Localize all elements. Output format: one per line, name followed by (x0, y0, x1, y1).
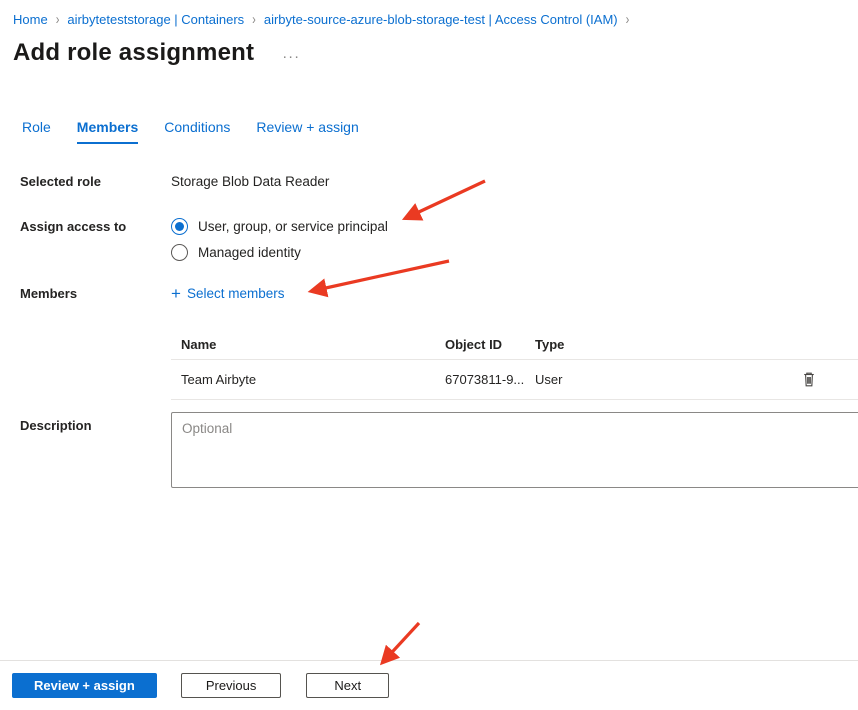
breadcrumb-link-storage-containers[interactable]: airbyteteststorage | Containers (67, 12, 244, 27)
chevron-right-icon: › (56, 12, 60, 28)
radio-user-group-service-principal[interactable]: User, group, or service principal (171, 213, 858, 239)
breadcrumb-link-access-control[interactable]: airbyte-source-azure-blob-storage-test |… (264, 12, 618, 27)
radio-selected-icon (171, 218, 188, 235)
table-header-row: Name Object ID Type (171, 330, 858, 360)
more-options-button[interactable]: ··· (282, 44, 300, 62)
chevron-right-icon: › (252, 12, 256, 28)
description-textarea[interactable] (171, 412, 858, 488)
column-header-object-id: Object ID (445, 337, 535, 352)
tab-role[interactable]: Role (22, 119, 51, 144)
footer-bar: Review + assign Previous Next (0, 660, 858, 710)
description-label: Description (0, 412, 171, 435)
annotation-arrow-next-button (383, 623, 419, 662)
role-assignment-form: Selected role Storage Blob Data Reader A… (0, 173, 858, 488)
column-header-name: Name (171, 337, 445, 352)
description-row: Description (0, 412, 858, 488)
review-assign-button[interactable]: Review + assign (12, 673, 157, 698)
member-object-id-cell: 67073811-9... (445, 372, 535, 387)
members-row: Members + Select members Name Object ID … (0, 285, 858, 400)
radio-unselected-icon (171, 244, 188, 261)
member-type-cell: User (535, 372, 794, 387)
radio-option-label: Managed identity (198, 245, 301, 260)
assign-access-row: Assign access to User, group, or service… (0, 213, 858, 265)
delete-member-button[interactable] (799, 369, 819, 390)
select-members-link[interactable]: + Select members (171, 285, 284, 303)
tab-bar: Role Members Conditions Review + assign (22, 119, 858, 144)
tab-conditions[interactable]: Conditions (164, 119, 230, 144)
chevron-right-icon: › (626, 12, 630, 28)
next-button[interactable]: Next (306, 673, 389, 698)
title-row: Add role assignment ··· (13, 39, 858, 67)
breadcrumb-link-home[interactable]: Home (13, 12, 48, 27)
table-row: Team Airbyte 67073811-9... User (171, 360, 858, 400)
radio-option-label: User, group, or service principal (198, 219, 388, 234)
selected-role-row: Selected role Storage Blob Data Reader (0, 173, 858, 191)
select-members-label: Select members (187, 285, 285, 303)
previous-button[interactable]: Previous (181, 673, 282, 698)
radio-managed-identity[interactable]: Managed identity (171, 239, 858, 265)
page-title: Add role assignment (13, 39, 254, 67)
selected-role-label: Selected role (0, 173, 171, 191)
add-role-assignment-page: Home › airbyteteststorage | Containers ›… (0, 0, 858, 710)
column-header-type: Type (535, 337, 794, 352)
assign-access-label: Assign access to (0, 213, 171, 236)
member-name-cell: Team Airbyte (171, 372, 445, 387)
trash-icon (801, 371, 817, 388)
tab-members[interactable]: Members (77, 119, 138, 144)
tab-review-assign[interactable]: Review + assign (256, 119, 358, 144)
members-label: Members (0, 285, 171, 303)
plus-icon: + (171, 287, 181, 301)
selected-role-value: Storage Blob Data Reader (171, 173, 858, 191)
members-table: Name Object ID Type Team Airbyte 6707381… (171, 330, 858, 400)
breadcrumb: Home › airbyteteststorage | Containers ›… (0, 0, 858, 27)
